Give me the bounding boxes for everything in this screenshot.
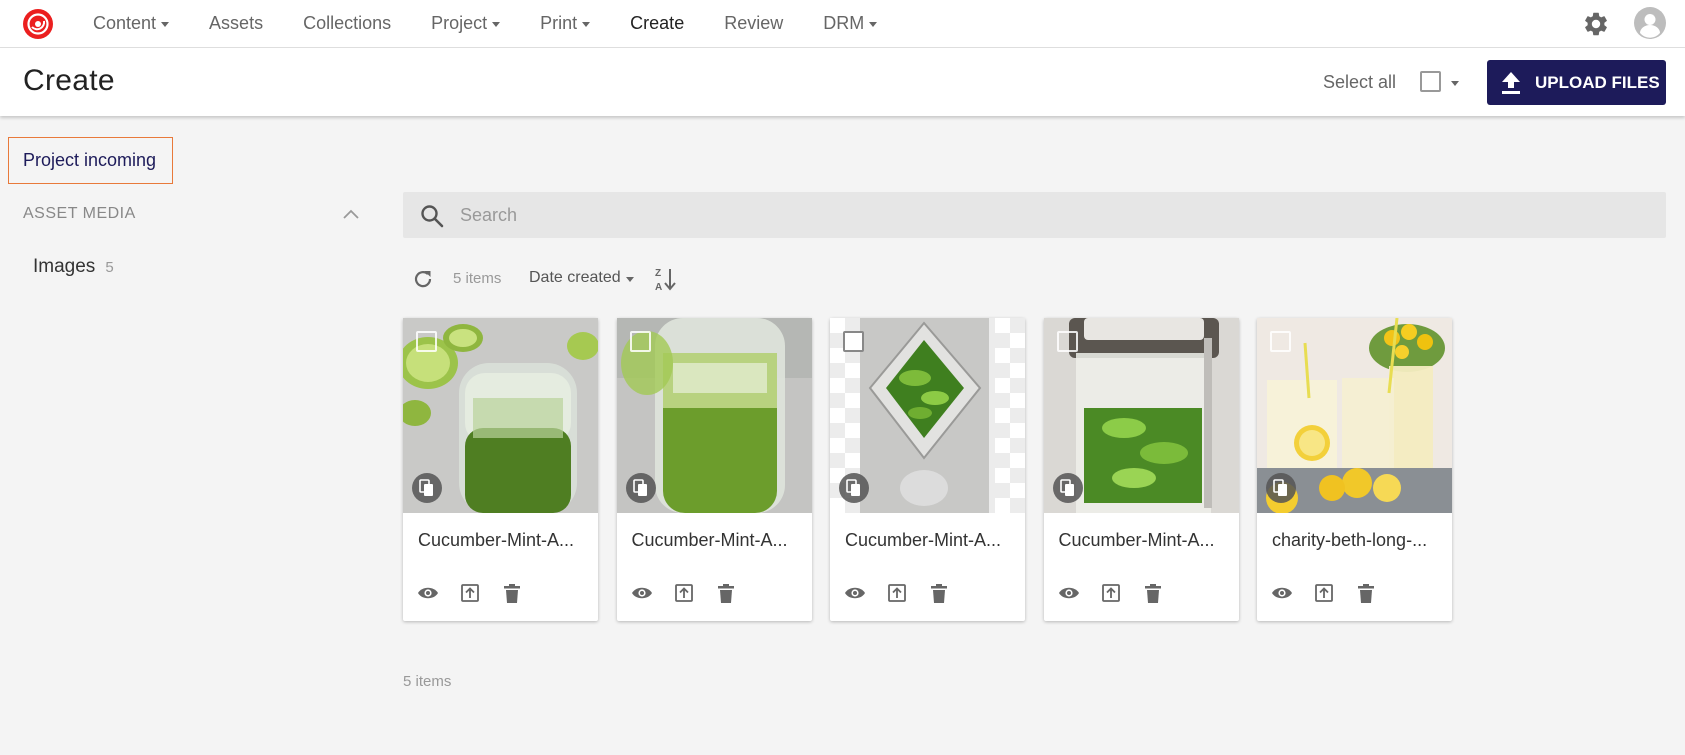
publish-icon[interactable] bbox=[1313, 582, 1335, 604]
eye-icon[interactable] bbox=[1271, 582, 1293, 604]
asset-select-checkbox[interactable] bbox=[1270, 331, 1291, 352]
eye-icon[interactable] bbox=[417, 582, 439, 604]
eye-icon[interactable] bbox=[631, 582, 653, 604]
select-all-label: Select all bbox=[1323, 72, 1397, 92]
project-incoming-filter[interactable]: Project incoming bbox=[8, 137, 173, 184]
page-header: Create Select all UPLOAD FILES bbox=[0, 48, 1685, 116]
sidebar-item-images[interactable]: Images 5 bbox=[33, 256, 114, 278]
nav-item-create[interactable]: Create bbox=[630, 13, 684, 34]
asset-card[interactable]: charity-beth-long-... bbox=[1257, 318, 1452, 621]
eye-icon[interactable] bbox=[844, 582, 866, 604]
copy-icon[interactable] bbox=[412, 473, 442, 503]
nav-item-label: Project bbox=[431, 12, 488, 33]
images-count: 5 bbox=[105, 259, 114, 276]
asset-card[interactable]: Cucumber-Mint-A... bbox=[1043, 318, 1239, 621]
asset-actions bbox=[417, 582, 543, 604]
nav-item-project[interactable]: Project bbox=[431, 12, 501, 34]
sort-direction-icon[interactable]: Z A bbox=[654, 266, 678, 292]
nav-item-content[interactable]: Content bbox=[93, 12, 170, 34]
nav-item-label: Review bbox=[724, 12, 784, 33]
nav-item-drm[interactable]: DRM bbox=[823, 12, 878, 34]
asset-select-checkbox[interactable] bbox=[416, 331, 437, 352]
asset-card[interactable]: Cucumber-Mint-A... bbox=[403, 318, 598, 621]
trash-icon[interactable] bbox=[928, 582, 950, 604]
nav-item-collections[interactable]: Collections bbox=[303, 13, 391, 34]
sort-by-dropdown[interactable]: Date created bbox=[529, 269, 634, 287]
refresh-icon[interactable] bbox=[411, 267, 435, 291]
upload-icon bbox=[1502, 71, 1520, 94]
asset-actions bbox=[844, 582, 970, 604]
trash-icon[interactable] bbox=[715, 582, 737, 604]
footer-item-count: 5 items bbox=[403, 673, 452, 690]
asset-actions bbox=[631, 582, 757, 604]
svg-text:Z: Z bbox=[655, 268, 661, 279]
asset-actions bbox=[1058, 582, 1184, 604]
publish-icon[interactable] bbox=[886, 582, 908, 604]
user-avatar-icon[interactable] bbox=[1634, 7, 1666, 39]
trash-icon[interactable] bbox=[501, 582, 523, 604]
publish-icon[interactable] bbox=[673, 582, 695, 604]
images-label: Images bbox=[33, 256, 96, 277]
copy-icon[interactable] bbox=[1266, 473, 1296, 503]
asset-select-checkbox[interactable] bbox=[1056, 331, 1078, 352]
nav-item-label: Create bbox=[630, 12, 685, 33]
asset-actions bbox=[1271, 582, 1397, 604]
nav-item-review[interactable]: Review bbox=[724, 13, 783, 34]
nav-item-label: Assets bbox=[209, 12, 264, 33]
nav-item-label: DRM bbox=[823, 12, 865, 33]
upload-files-label: UPLOAD FILES bbox=[1535, 72, 1660, 92]
top-navigation: Content Assets Collections Project Print Crea… bbox=[0, 0, 1685, 48]
chevron-up-icon[interactable] bbox=[342, 207, 360, 221]
select-all-dropdown-icon[interactable] bbox=[1451, 81, 1459, 86]
trash-icon[interactable] bbox=[1142, 582, 1164, 604]
asset-card[interactable]: Cucumber-Mint-A... bbox=[830, 318, 1025, 621]
copy-icon[interactable] bbox=[1052, 473, 1083, 503]
chevron-down-icon bbox=[625, 276, 634, 282]
publish-icon[interactable] bbox=[459, 582, 481, 604]
nav-item-label: Print bbox=[540, 12, 578, 33]
asset-name: Cucumber-Mint-A... bbox=[631, 530, 788, 550]
select-all-checkbox[interactable] bbox=[1420, 71, 1441, 92]
copy-icon[interactable] bbox=[625, 473, 656, 503]
item-count: 5 items bbox=[453, 270, 502, 287]
sitecore-logo-icon[interactable] bbox=[22, 8, 54, 40]
nav-item-assets[interactable]: Assets bbox=[209, 13, 263, 34]
asset-card[interactable]: Cucumber-Mint-A... bbox=[616, 318, 812, 621]
asset-name: Cucumber-Mint-A... bbox=[845, 530, 1002, 550]
nav-item-label: Content bbox=[93, 12, 157, 33]
asset-media-heading: ASSET MEDIA bbox=[23, 205, 136, 222]
trash-icon[interactable] bbox=[1355, 582, 1377, 604]
nav-item-print[interactable]: Print bbox=[540, 12, 591, 34]
upload-files-button[interactable]: UPLOAD FILES bbox=[1487, 60, 1666, 105]
sort-by-label: Date created bbox=[529, 269, 621, 286]
project-incoming-label: Project incoming bbox=[23, 150, 157, 170]
asset-select-checkbox[interactable] bbox=[843, 331, 864, 352]
page-title: Create bbox=[23, 64, 115, 97]
publish-icon[interactable] bbox=[1100, 582, 1122, 604]
nav-item-label: Collections bbox=[303, 12, 392, 33]
asset-name: Cucumber-Mint-A... bbox=[418, 530, 575, 550]
search-input[interactable] bbox=[460, 200, 1640, 230]
eye-icon[interactable] bbox=[1058, 582, 1080, 604]
asset-name: charity-beth-long-... bbox=[1272, 530, 1428, 550]
asset-select-checkbox[interactable] bbox=[629, 331, 651, 352]
asset-name: Cucumber-Mint-A... bbox=[1058, 530, 1215, 550]
copy-icon[interactable] bbox=[839, 473, 869, 503]
chevron-down-icon bbox=[161, 21, 170, 27]
svg-text:A: A bbox=[655, 282, 662, 292]
search-icon bbox=[421, 205, 444, 228]
chevron-down-icon bbox=[582, 21, 591, 27]
search-bar bbox=[403, 192, 1666, 238]
chevron-down-icon bbox=[492, 21, 501, 27]
gear-icon[interactable] bbox=[1582, 10, 1610, 38]
main-menu: Content Assets Collections Project Print Crea… bbox=[93, 0, 917, 46]
chevron-down-icon bbox=[869, 21, 878, 27]
